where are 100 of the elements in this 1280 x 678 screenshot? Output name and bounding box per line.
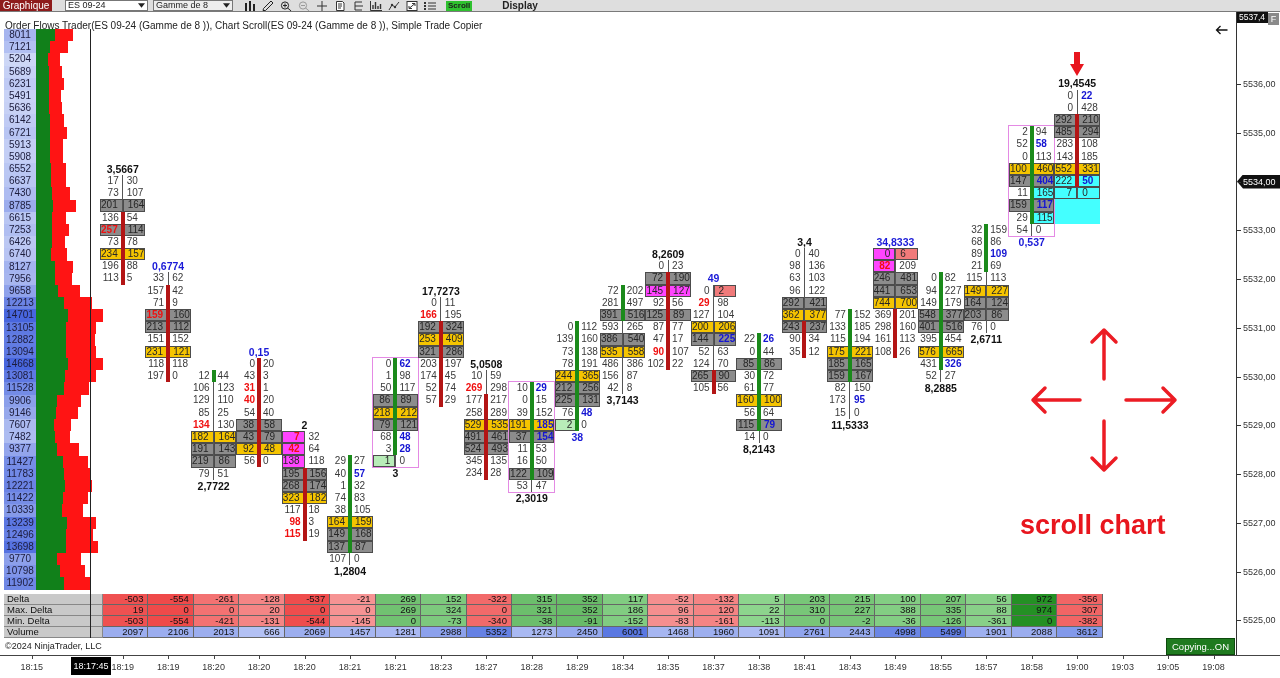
ratio-label: 11,5333 <box>830 418 870 431</box>
max-delta-value: 19 <box>103 605 149 616</box>
delta-value: 117 <box>602 594 649 605</box>
ask-volume: 74 <box>443 382 457 395</box>
copying-status-button[interactable]: Copying...ON <box>1166 638 1235 655</box>
bid-volume: 234 <box>100 248 123 261</box>
ratio-label: 3,7143 <box>605 394 640 407</box>
bid-volume: 52 <box>1015 138 1029 151</box>
ask-volume: 27 <box>352 455 367 468</box>
price-label: 5527,00 <box>1237 515 1280 530</box>
bid-volume: 10 <box>470 370 484 383</box>
expand-icon[interactable] <box>406 0 418 11</box>
max-delta-value: 22 <box>739 605 785 616</box>
max-delta-value: 96 <box>648 605 694 616</box>
ratio-label: 2,3019 <box>514 491 549 505</box>
bracket-icon[interactable] <box>352 0 364 11</box>
min-delta-value: -36 <box>875 616 921 627</box>
ask-volume: 3 <box>307 516 316 529</box>
time-label: 18:20 <box>239 656 280 674</box>
volume-value: 2097 <box>103 627 149 638</box>
bid-volume: 369 <box>873 309 893 322</box>
ask-volume: 160 <box>898 321 918 334</box>
scroll-toggle[interactable]: Scroll <box>446 0 473 11</box>
bid-volume: 0 <box>248 357 256 370</box>
ask-volume: 454 <box>943 333 963 346</box>
down-arrow-icon <box>1070 52 1084 76</box>
bid-volume: 57 <box>424 394 438 407</box>
bid-volume: 7 <box>281 430 305 444</box>
ask-volume: 64 <box>762 406 776 419</box>
list-icon[interactable] <box>424 0 436 11</box>
bid-volume: 125 <box>645 309 669 322</box>
bid-volume: 90 <box>652 345 666 358</box>
price-label: 5535,00 <box>1237 125 1280 140</box>
ask-volume: 0 <box>352 552 361 565</box>
document-icon[interactable] <box>334 0 346 11</box>
bid-volume: 201 <box>100 199 123 212</box>
ask-volume: 143 <box>213 443 237 456</box>
ask-volume: 42 <box>171 284 185 297</box>
indicator-list: Order Flows Trader(ES 09-24 (Gamme de 8 )), Chart Scroll(ES 09-24 (Gamme de 8 )), Simple Trade Copier <box>5 20 483 31</box>
bid-volume: 174 <box>419 369 438 383</box>
bar-chart-icon[interactable] <box>370 0 382 11</box>
ratio-label: 3 <box>391 467 400 480</box>
profile-volume-label: 9770 <box>4 553 36 566</box>
pencil-icon[interactable] <box>262 0 274 11</box>
bid-volume: 401 <box>918 321 941 334</box>
candlestick-icon[interactable] <box>244 0 256 11</box>
ask-volume: 86 <box>989 235 1003 249</box>
bid-volume: 485 <box>1054 126 1078 139</box>
bid-volume: 82 <box>872 260 896 273</box>
min-delta-value: -73 <box>421 616 467 627</box>
bid-volume: 231 <box>145 345 169 358</box>
price-label: 5530,00 <box>1237 369 1280 384</box>
line-chart-icon[interactable] <box>388 0 400 11</box>
ask-volume: 17 <box>671 333 685 346</box>
period-dropdown[interactable]: Gamme de 8 <box>153 0 233 11</box>
zoom-in-icon[interactable] <box>280 0 292 11</box>
bid-volume: 14 <box>742 430 756 444</box>
volume-value: 1468 <box>648 627 694 638</box>
price-label: 5526,00 <box>1237 564 1280 579</box>
ask-volume: 40 <box>262 406 276 419</box>
bid-volume: 246 <box>872 272 896 285</box>
left-arrow-icon[interactable] <box>1215 25 1228 35</box>
profile-volume-label: 6637 <box>4 175 36 188</box>
bid-volume: 157 <box>146 284 166 297</box>
max-delta-value: 0 <box>466 605 512 616</box>
ask-volume: 87 <box>625 369 639 383</box>
ask-volume: 1 <box>262 382 270 395</box>
ask-volume: 150 <box>852 382 872 395</box>
bid-volume: 0 <box>1066 101 1075 114</box>
bid-volume: 234 <box>464 467 484 480</box>
time-label: 19:03 <box>1102 656 1143 674</box>
volume-value: 2088 <box>1011 627 1058 638</box>
ask-volume: 27 <box>943 369 957 383</box>
time-label: 18:27 <box>466 656 507 674</box>
ask-volume: 58 <box>1034 138 1048 151</box>
ask-volume: 58 <box>259 418 282 431</box>
display-menu[interactable]: Display <box>502 0 538 11</box>
ask-volume: 59 <box>489 370 503 383</box>
ask-volume: 0 <box>1034 223 1043 236</box>
ask-volume: 201 <box>898 309 918 322</box>
profile-volume-label: 6142 <box>4 114 36 127</box>
max-delta-value: 88 <box>966 605 1012 616</box>
volume-value: 1273 <box>511 627 558 638</box>
bid-volume: 52 <box>424 382 438 395</box>
ask-volume: 62 <box>171 272 185 285</box>
min-delta-value: -382 <box>1057 616 1103 627</box>
ask-volume: 164 <box>213 430 237 444</box>
bid-volume: 144 <box>690 333 714 346</box>
crosshair-icon[interactable] <box>316 0 328 11</box>
price-label: 5529,00 <box>1237 418 1280 433</box>
bid-volume: 32 <box>970 223 984 236</box>
chart-button[interactable]: Graphique <box>0 0 52 11</box>
ask-volume: 0 <box>1077 187 1100 200</box>
profile-volume-label: 11902 <box>4 577 36 590</box>
bid-volume: 86 <box>372 394 396 407</box>
bid-volume: 11 <box>1016 187 1029 200</box>
time-label: 18:43 <box>829 656 870 674</box>
instrument-dropdown[interactable]: ES 09-24 <box>65 0 148 11</box>
bid-volume: 117 <box>283 504 302 517</box>
time-label: 19:08 <box>1193 656 1234 674</box>
